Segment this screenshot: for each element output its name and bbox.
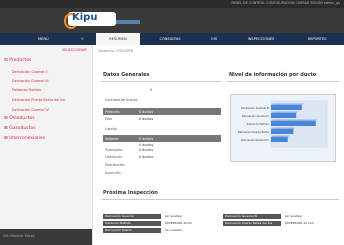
tab-consultas[interactable]: CONSULTAS <box>145 33 195 45</box>
chart-bar <box>271 105 302 110</box>
duct-count: 0 <box>150 88 153 92</box>
inspection-cell: Derivación Puerto <box>103 228 161 233</box>
menu-label: MENÚ <box>38 37 49 41</box>
sidebar-group-productos[interactable]: ⊟ Productos <box>4 58 31 63</box>
field-label: Inyección <box>105 171 121 175</box>
inspection-title: Próxima Inspección <box>103 190 158 196</box>
app-logo: Kipu <box>64 12 116 29</box>
sidebar-group-gasoductos[interactable]: ⊞ Gasoductos <box>4 126 36 131</box>
chart-category-label: Poliducto Mafrián <box>247 122 270 126</box>
inspection-cell: sin analizar <box>283 214 339 219</box>
sidebar-group-oleoductos[interactable]: ⊞ Oleoductos <box>4 116 35 121</box>
logo-tagline <box>116 20 140 24</box>
chart-bar <box>271 121 316 126</box>
inspection-cell: Poliducto Mafrián <box>103 221 161 226</box>
bar-chart: Derivación Guamal III Derivación Guamal I… <box>238 100 328 148</box>
tab-inspecciones[interactable]: INSPECCIONES <box>235 33 287 45</box>
field-value: 0 ductos <box>139 143 154 147</box>
field-label: Transporte <box>105 148 123 152</box>
general-data-title: Datos Generales <box>103 72 150 78</box>
chart-bar <box>271 137 288 142</box>
top-bar: PANEL DE CONTROL CONFIGURACIÓN CERRAR SE… <box>0 0 344 8</box>
chart-title: Nivel de información por ducto <box>229 72 317 78</box>
chart-container: Derivación Guamal III Derivación Guamal I… <box>230 94 336 162</box>
inspection-cell: Derivación Guamal <box>103 214 161 219</box>
field-label: Plan <box>105 117 113 121</box>
chart-category-label: Derivación Guamal IV <box>241 138 269 142</box>
chart-bar <box>271 113 297 118</box>
sidebar-item[interactable]: Derivación Guamal II <box>12 70 47 74</box>
tab-reportes[interactable]: REPORTES <box>292 33 342 45</box>
divider <box>227 81 339 82</box>
chart-bar <box>271 129 294 134</box>
field-label: Distribución <box>105 163 125 167</box>
inspection-cell: Derivación Puerto Bahía del Sol <box>223 221 281 226</box>
chart-bar-top <box>271 127 296 129</box>
field-label: Cantidad de Ductos <box>105 98 138 102</box>
field-value: 0 ductos <box>139 117 154 121</box>
sidebar-item[interactable]: Derivación Puerto Bahía del Sol <box>12 98 65 102</box>
menu-toggle[interactable]: MENÚ « <box>0 33 88 45</box>
chart-category-label: Derivación Guamal III <box>241 106 269 110</box>
inspection-cell: sin analizar <box>163 228 221 233</box>
chart-bar-top <box>271 135 290 137</box>
inspection-cell: DIMENSIÓN 10 125 <box>283 221 339 226</box>
field-label: Liquido <box>105 127 117 131</box>
chart-category-label: Derivación Guamal II <box>242 114 269 118</box>
inspection-cell: Derivación Guamal III <box>223 214 281 219</box>
row-producto: Producto 0 ductos <box>103 108 221 115</box>
chart-bar-top <box>271 119 318 121</box>
collapse-icon[interactable]: « <box>81 36 83 41</box>
chart-bar-top <box>271 103 304 105</box>
sidebar: SELECCIONAR <box>0 45 93 245</box>
sidebar-item[interactable]: Poliducto Mafrián <box>12 88 41 92</box>
row-sistema: Sistema 0 ductos <box>103 135 221 142</box>
chart-bar-top <box>271 111 299 113</box>
sidebar-footer: Gel Oleoduct Kanda <box>0 229 92 245</box>
chart-category-label: Derivación Puerto Bahía <box>238 130 270 134</box>
inspection-cell: sin analizar <box>163 214 221 219</box>
field-label: Operación <box>105 155 122 159</box>
tab-gis[interactable]: GIS <box>196 33 232 45</box>
sidebar-item[interactable]: Derivación Guamal IV <box>12 108 49 112</box>
field-value: 0 ductos <box>139 155 154 159</box>
sidebar-group-interconexiones[interactable]: ⊞ Interconexiones <box>4 136 45 141</box>
tab-resumen[interactable]: RESUMEN <box>96 33 140 45</box>
field-value: 0 ductos <box>139 148 154 152</box>
sidebar-select-link[interactable]: SELECCIONAR <box>62 48 87 52</box>
divider <box>101 81 221 82</box>
top-links[interactable]: PANEL DE CONTROL CONFIGURACIÓN CERRAR SE… <box>231 1 340 5</box>
breadcrumb: Oleoducto / RESUMEN <box>98 49 134 53</box>
sidebar-item[interactable]: Derivación Guamal III <box>12 79 48 83</box>
header-banner <box>0 8 344 33</box>
divider <box>101 199 339 200</box>
inspection-cell: DIMENSIÓN 10,65 <box>163 221 221 226</box>
